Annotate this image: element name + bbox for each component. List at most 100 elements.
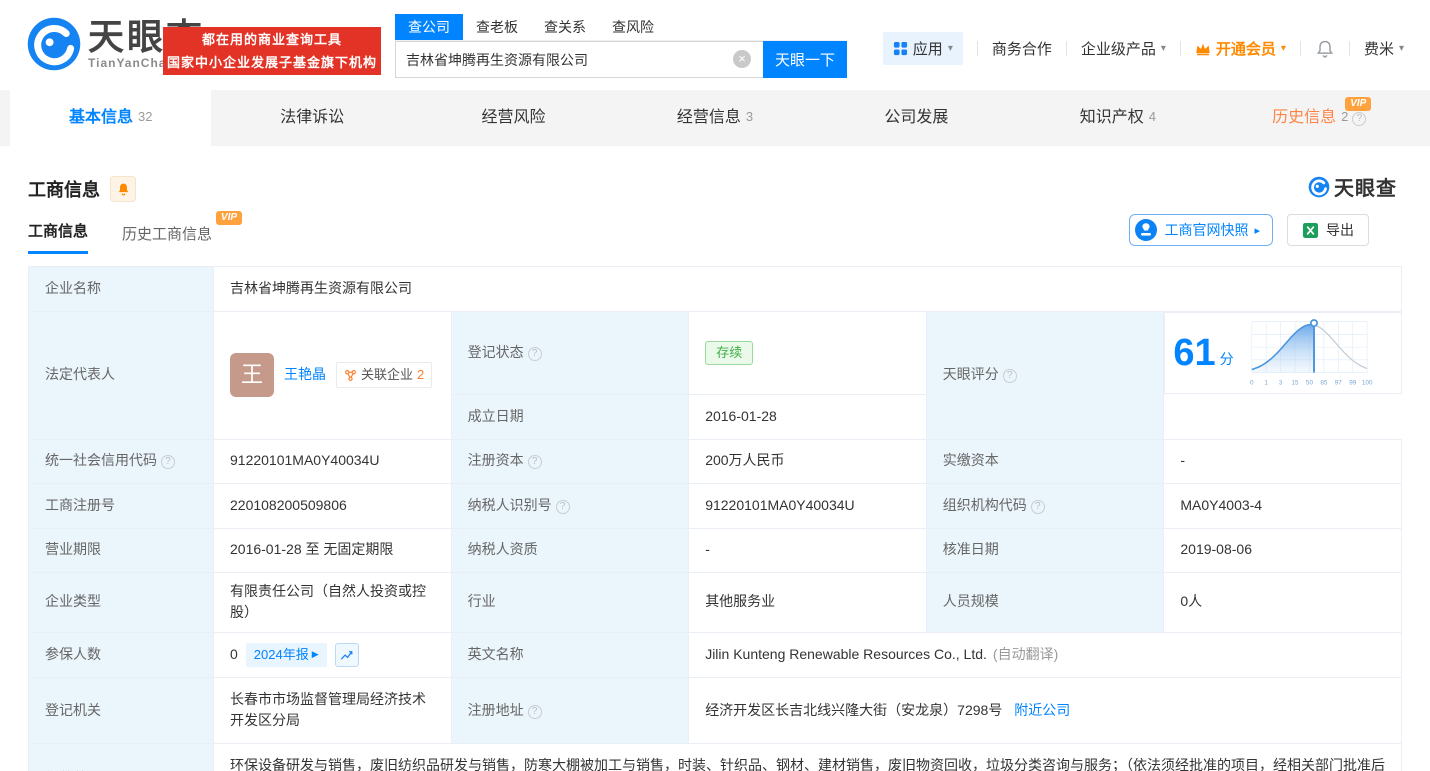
staff-size-label: 人员规模 (926, 572, 1164, 632)
reg-status-label: 登记状态? (451, 312, 689, 395)
trend-chart-button[interactable] (335, 643, 359, 667)
taxpayer-id-value: 91220101MA0Y40034U (689, 483, 927, 528)
search-input[interactable] (395, 41, 763, 78)
credit-code-label: 统一社会信用代码? (29, 439, 214, 483)
tab-count: 2 (1341, 109, 1348, 124)
search-tabs: 查公司 查老板 查关系 查风险 (395, 14, 847, 41)
reg-status-value: 存续 (689, 312, 927, 395)
section-title: 工商信息 (28, 176, 100, 202)
table-row: 登记机关 长春市市场监督管理局经济技术开发区分局 注册地址? 经济开发区长吉北线… (29, 677, 1402, 743)
table-row: 企业名称 吉林省坤腾再生资源有限公司 (29, 267, 1402, 312)
company-name-label: 企业名称 (29, 267, 214, 312)
related-companies-badge[interactable]: 关联企业 2 (336, 362, 432, 388)
notification-bell-icon[interactable] (1315, 39, 1335, 59)
vip-badge: VIP (1345, 97, 1371, 111)
annual-report-badge[interactable]: 2024年报▶ (246, 643, 327, 667)
approval-date-label: 核准日期 (926, 528, 1164, 572)
english-name-cell: Jilin Kunteng Renewable Resources Co., L… (689, 632, 1402, 677)
score-value: 61 (1173, 334, 1215, 372)
org-code-label: 组织机构代码? (926, 483, 1164, 528)
nearby-companies-link[interactable]: 附近公司 (1014, 702, 1070, 718)
insured-count-value: 0 (230, 646, 238, 662)
tab-basic-info[interactable]: 基本信息 32 (10, 90, 211, 146)
tab-operation-info[interactable]: 经营信息 3 (614, 90, 815, 146)
reg-number-value: 220108200509806 (214, 483, 452, 528)
help-icon[interactable]: ? (528, 455, 542, 469)
arrow-right-icon: ▸ (1254, 224, 1260, 237)
excel-icon (1302, 222, 1319, 239)
tab-label: 经营信息 (677, 109, 741, 126)
promo-line2: 国家中小企业发展子基金旗下机构 (163, 51, 381, 74)
watermark-text: 天眼查 (1334, 172, 1397, 201)
reg-authority-label: 登记机关 (29, 677, 214, 743)
legal-rep-avatar[interactable]: 王 (230, 353, 274, 397)
score-cell: 61 分 0131550859799100 (1164, 312, 1402, 394)
vip-upgrade-menu[interactable]: 开通会员 ▾ (1195, 38, 1286, 59)
search-tab-risk[interactable]: 查风险 (599, 14, 667, 40)
subtab-row: 工商信息 VIP 历史工商信息 工商官网快照 ▸ 导出 (28, 220, 1402, 254)
user-account-menu[interactable]: 费米 ▾ (1364, 38, 1404, 59)
table-row: 统一社会信用代码? 91220101MA0Y40034U 注册资本? 200万人… (29, 439, 1402, 483)
export-button[interactable]: 导出 (1287, 214, 1369, 246)
help-icon[interactable]: ? (556, 500, 570, 514)
tab-intellectual-property[interactable]: 知识产权4 (1017, 90, 1218, 146)
help-icon[interactable]: ? (1003, 369, 1017, 383)
taxpayer-id-label: 纳税人识别号? (451, 483, 689, 528)
paid-capital-label: 实缴资本 (926, 439, 1164, 483)
related-companies-label: 关联企业 (361, 365, 413, 385)
search-tab-boss[interactable]: 查老板 (463, 14, 531, 40)
tab-operational-risk[interactable]: 经营风险 (413, 90, 614, 146)
insured-count-cell: 0 2024年报▶ (214, 632, 452, 677)
tab-legal-proceedings[interactable]: 法律诉讼 (211, 90, 412, 146)
taxpayer-quality-value: - (689, 528, 927, 572)
business-cooperation-link[interactable]: 商务合作 (992, 38, 1052, 59)
table-row: 法定代表人 王 王艳晶 关联企业 2 登记状态? (29, 312, 1402, 395)
stamp-icon (1134, 218, 1158, 242)
business-scope-label: 经营范围? (29, 743, 214, 771)
legal-rep-name-link[interactable]: 王艳晶 (284, 364, 326, 386)
svg-text:1: 1 (1264, 379, 1268, 386)
subtab-business-info[interactable]: 工商信息 (28, 220, 88, 254)
approval-date-value: 2019-08-06 (1164, 528, 1402, 572)
table-row: 工商注册号 220108200509806 纳税人识别号? 91220101MA… (29, 483, 1402, 528)
username-label: 费米 (1364, 38, 1394, 59)
business-term-label: 营业期限 (29, 528, 214, 572)
subtab-label: 历史工商信息 (122, 226, 212, 243)
tab-label: 历史信息 (1272, 109, 1336, 126)
tab-history-info[interactable]: VIP 历史信息 2? (1219, 90, 1420, 146)
table-row: 营业期限 2016-01-28 至 无固定期限 纳税人资质 - 核准日期 201… (29, 528, 1402, 572)
export-label: 导出 (1326, 220, 1354, 240)
help-icon[interactable]: ? (1031, 500, 1045, 514)
table-row: 经营范围? 环保设备研发与销售，废旧纺织品研发与销售，防寒大棚被加工与销售，时装… (29, 743, 1402, 771)
apps-grid-icon (893, 41, 908, 56)
official-snapshot-button[interactable]: 工商官网快照 ▸ (1129, 214, 1273, 246)
search-tab-company[interactable]: 查公司 (395, 14, 463, 40)
tab-label: 基本信息 (69, 109, 133, 126)
paid-capital-value: - (1164, 439, 1402, 483)
help-icon[interactable]: ? (528, 705, 542, 719)
tab-label: 法律诉讼 (280, 109, 344, 126)
tab-count: 32 (138, 109, 152, 124)
help-icon[interactable]: ? (161, 455, 175, 469)
business-scope-value: 环保设备研发与销售，废旧纺织品研发与销售，防寒大棚被加工与销售，时装、针织品、钢… (214, 743, 1402, 771)
enterprise-products-menu[interactable]: 企业级产品 ▾ (1081, 38, 1166, 59)
help-icon[interactable]: ? (528, 347, 542, 361)
apps-menu[interactable]: 应用 ▾ (883, 32, 963, 65)
legal-rep-label: 法定代表人 (29, 312, 214, 440)
clear-search-icon[interactable]: × (733, 50, 751, 68)
tab-company-development[interactable]: 公司发展 (816, 90, 1017, 146)
reg-number-label: 工商注册号 (29, 483, 214, 528)
search-button[interactable]: 天眼一下 (763, 41, 847, 78)
help-icon[interactable]: ? (1352, 112, 1366, 126)
chevron-down-icon: ▾ (1399, 43, 1404, 54)
reg-address-value: 经济开发区长吉北线兴隆大街（安龙泉）7298号 (705, 702, 1002, 718)
company-name-value: 吉林省坤腾再生资源有限公司 (214, 267, 1402, 312)
subscribe-bell-button[interactable] (110, 176, 136, 202)
tab-count: 4 (1149, 109, 1156, 124)
status-badge: 存续 (705, 341, 753, 365)
search-tab-relation[interactable]: 查关系 (531, 14, 599, 40)
crown-icon (1195, 42, 1211, 56)
tab-count: 3 (746, 109, 753, 124)
subtab-history-business-info[interactable]: VIP 历史工商信息 (122, 223, 212, 254)
svg-text:15: 15 (1291, 379, 1299, 386)
